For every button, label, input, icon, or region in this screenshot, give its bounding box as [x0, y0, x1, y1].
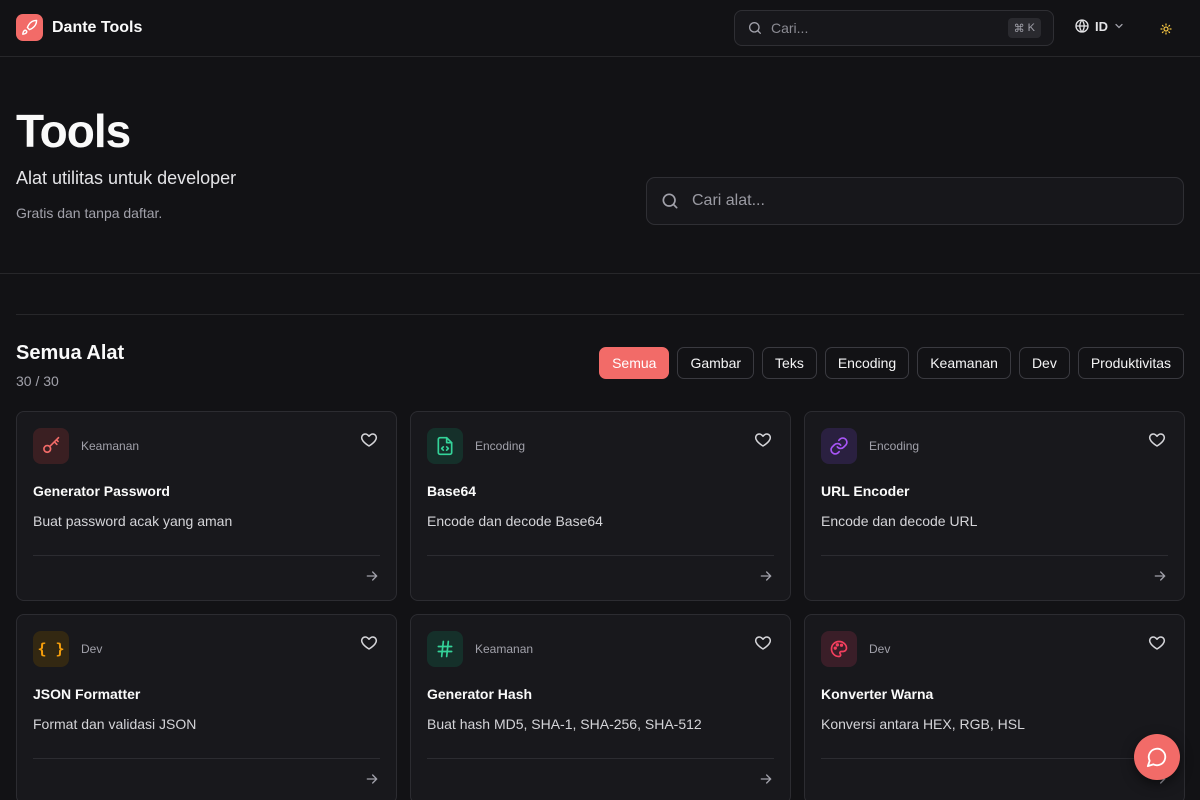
hash-icon [427, 631, 463, 667]
shortcut-key: K [1027, 22, 1035, 34]
tool-search-input[interactable] [692, 192, 1152, 210]
tool-description: Format dan validasi JSON [33, 716, 197, 732]
tool-title: Generator Password [33, 483, 170, 499]
tool-description: Buat hash MD5, SHA-1, SHA-256, SHA-512 [427, 716, 702, 732]
tool-card[interactable]: Encoding URL Encoder Encode dan decode U… [804, 411, 1185, 601]
tool-category: Keamanan [475, 642, 534, 656]
card-divider [427, 555, 774, 556]
chat-button[interactable] [1134, 734, 1180, 780]
card-divider [33, 758, 380, 759]
arrow-right-icon[interactable] [1152, 568, 1168, 584]
page-subtitle: Alat utilitas untuk developer [16, 168, 237, 188]
theme-toggle-button[interactable] [1156, 19, 1176, 39]
language-label: ID [1095, 18, 1108, 34]
tool-description: Konversi antara HEX, RGB, HSL [821, 716, 1025, 732]
tool-title: Generator Hash [427, 686, 533, 702]
chat-bubble-icon [1146, 747, 1167, 768]
category-filters: Semua Gambar Teks Encoding Keamanan Dev … [599, 347, 1184, 379]
filter-produktivitas[interactable]: Produktivitas [1077, 347, 1184, 379]
heart-icon[interactable] [1148, 431, 1166, 449]
tool-card[interactable]: Encoding Base64 Encode dan decode Base64 [410, 411, 791, 601]
command-key: ⌘ [1013, 22, 1025, 35]
brand-name: Dante Tools [52, 18, 143, 36]
arrow-right-icon[interactable] [758, 771, 774, 787]
filter-keamanan[interactable]: Keamanan [917, 347, 1011, 379]
filter-semua[interactable]: Semua [599, 347, 670, 379]
tool-card[interactable]: { } Dev JSON Formatter Format dan valida… [16, 614, 397, 800]
tool-category: Dev [81, 642, 103, 656]
tool-card[interactable]: Keamanan Generator Hash Buat hash MD5, S… [410, 614, 791, 800]
search-icon [749, 22, 761, 34]
tool-category: Encoding [475, 439, 526, 453]
search-icon [662, 193, 678, 209]
card-divider [427, 758, 774, 759]
tool-description: Buat password acak yang aman [33, 513, 233, 529]
tool-title: Konverter Warna [821, 686, 934, 702]
arrow-right-icon[interactable] [364, 568, 380, 584]
language-selector[interactable]: ID [1074, 18, 1125, 34]
tool-title: URL Encoder [821, 483, 910, 499]
content-divider [16, 314, 1184, 315]
rocket-icon [16, 14, 43, 41]
global-search-input[interactable] [771, 20, 991, 36]
tool-category: Dev [869, 642, 891, 656]
arrow-right-icon[interactable] [364, 771, 380, 787]
tool-category: Keamanan [81, 439, 140, 453]
heart-icon[interactable] [754, 431, 772, 449]
filter-teks[interactable]: Teks [762, 347, 817, 379]
tool-category: Encoding [869, 439, 920, 453]
card-divider [821, 758, 1168, 759]
heart-icon[interactable] [754, 634, 772, 652]
top-bar: Dante Tools ⌘ K ID [0, 0, 1200, 57]
filter-gambar[interactable]: Gambar [677, 347, 755, 379]
tool-search[interactable] [646, 177, 1184, 225]
tool-description: Encode dan decode Base64 [427, 513, 603, 529]
card-divider [33, 555, 380, 556]
section-divider [0, 273, 1200, 274]
heart-icon[interactable] [360, 431, 378, 449]
tool-title: Base64 [427, 483, 477, 499]
filter-dev[interactable]: Dev [1018, 347, 1070, 379]
palette-icon [821, 631, 857, 667]
section-title: Semua Alat [16, 342, 125, 364]
arrow-right-icon[interactable] [758, 568, 774, 584]
globe-icon [1075, 19, 1089, 33]
tool-card[interactable]: Keamanan Generator Password Buat passwor… [16, 411, 397, 601]
file-code-icon [427, 428, 463, 464]
key-icon [33, 428, 69, 464]
page-note: Gratis dan tanpa daftar. [16, 205, 163, 221]
page-title: Tools [16, 105, 131, 157]
tool-title: JSON Formatter [33, 686, 141, 702]
filter-encoding[interactable]: Encoding [824, 347, 910, 379]
card-divider [821, 555, 1168, 556]
tool-card[interactable]: Dev Konverter Warna Konversi antara HEX,… [804, 614, 1185, 800]
global-search[interactable]: ⌘ K [734, 10, 1054, 46]
chevron-down-icon [1115, 23, 1123, 29]
tool-description: Encode dan decode URL [821, 513, 978, 529]
heart-icon[interactable] [360, 634, 378, 652]
tool-grid: Keamanan Generator Password Buat passwor… [16, 411, 1185, 800]
brand-link[interactable]: Dante Tools [16, 14, 142, 41]
heart-icon[interactable] [1148, 634, 1166, 652]
shortcut-badge: ⌘ K [1007, 18, 1041, 38]
sun-icon [1160, 23, 1172, 35]
braces-icon: { } [33, 631, 69, 667]
link-icon [821, 428, 857, 464]
tool-count: 30 / 30 [16, 373, 59, 389]
